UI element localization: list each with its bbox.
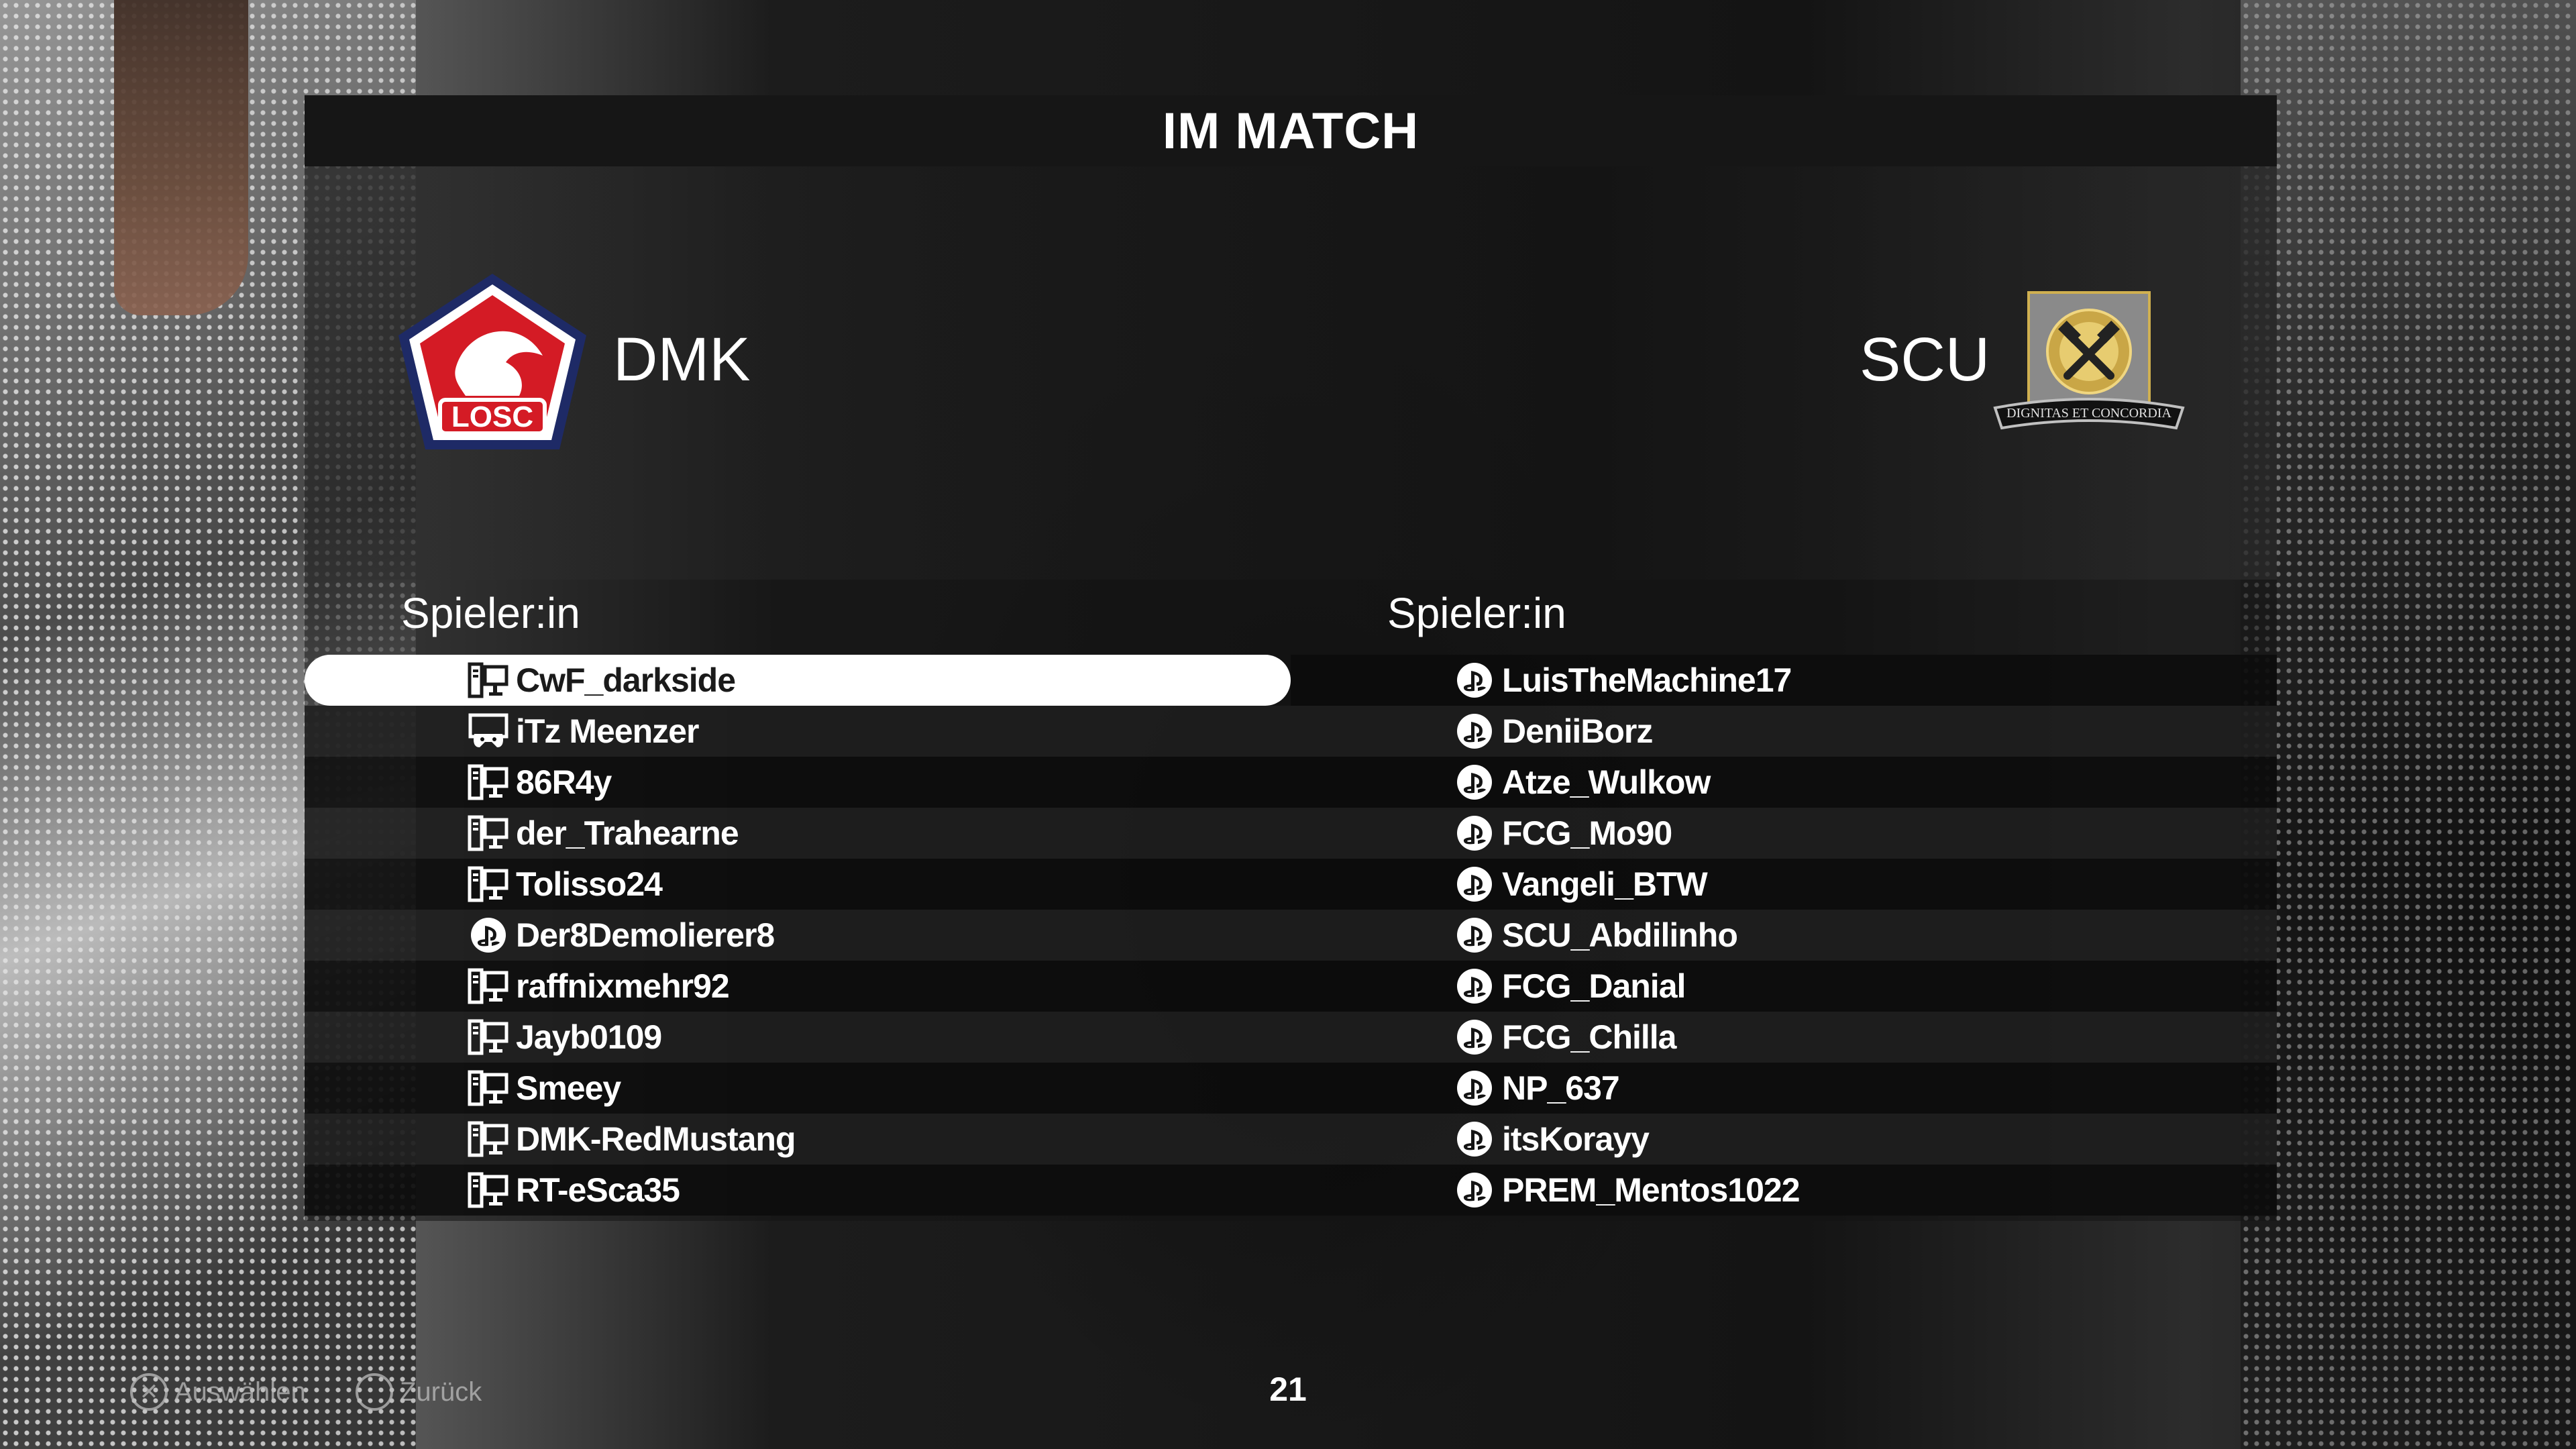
- player-name: FCG_Mo90: [1502, 814, 1672, 852]
- home-player-row[interactable]: CwF_darkside: [305, 655, 1291, 706]
- home-player-row[interactable]: DMK-RedMustang: [305, 1114, 1291, 1165]
- home-player-row[interactable]: Tolisso24: [305, 859, 1291, 910]
- home-player-row[interactable]: Smeey: [305, 1063, 1291, 1114]
- player-name: SCU_Abdilinho: [1502, 916, 1738, 954]
- pc-icon: [468, 967, 509, 1005]
- playstation-icon: [1454, 1069, 1495, 1107]
- player-name: Vangeli_BTW: [1502, 865, 1708, 903]
- back-hint-label: Zurück: [400, 1377, 482, 1407]
- player-name: Tolisso24: [516, 865, 663, 903]
- away-player-row[interactable]: itsKorayy: [1291, 1114, 2277, 1165]
- cross-button-icon: ✕: [130, 1373, 168, 1411]
- playstation-icon: [1454, 1120, 1495, 1158]
- away-player-row[interactable]: LuisTheMachine17: [1291, 655, 2277, 706]
- playstation-icon: [1454, 661, 1495, 699]
- away-player-row[interactable]: NP_637: [1291, 1063, 2277, 1114]
- pc-icon: [468, 1018, 509, 1056]
- pc-icon: [468, 1120, 509, 1158]
- away-player-row[interactable]: FCG_Chilla: [1291, 1012, 2277, 1063]
- playstation-icon: [1454, 763, 1495, 801]
- away-player-row[interactable]: FCG_Danial: [1291, 961, 2277, 1012]
- home-player-row[interactable]: Der8Demolierer8: [305, 910, 1291, 961]
- teams-header: LOSC DMK SCU DIGNITAS ET CONCORDIA: [305, 166, 2277, 580]
- losc-crest-icon: LOSC: [398, 274, 586, 449]
- circle-button-icon: [356, 1373, 393, 1411]
- pc-icon: [468, 1171, 509, 1209]
- svg-text:LOSC: LOSC: [451, 400, 533, 433]
- home-player-row[interactable]: iTz Meenzer: [305, 706, 1291, 757]
- home-player-row[interactable]: Jayb0109: [305, 1012, 1291, 1063]
- player-name: Der8Demolierer8: [516, 916, 775, 954]
- player-name: RT-eSca35: [516, 1171, 680, 1209]
- player-name: der_Trahearne: [516, 814, 739, 852]
- playstation-icon: [1454, 967, 1495, 1005]
- player-name: raffnixmehr92: [516, 967, 730, 1005]
- player-name: NP_637: [1502, 1069, 1620, 1107]
- playstation-icon: [1454, 1018, 1495, 1056]
- player-name: CwF_darkside: [516, 661, 736, 699]
- pc-icon: [468, 865, 509, 903]
- player-name: itsKorayy: [1502, 1120, 1650, 1158]
- player-name: DeniiBorz: [1502, 712, 1653, 750]
- away-player-row[interactable]: PREM_Mentos1022: [1291, 1165, 2277, 1216]
- hammer-crest-icon: DIGNITAS ET CONCORDIA: [1993, 291, 2185, 430]
- player-name: Atze_Wulkow: [1502, 763, 1711, 801]
- playstation-icon: [1454, 865, 1495, 903]
- away-player-row[interactable]: FCG_Mo90: [1291, 808, 2277, 859]
- screen-title: IM MATCH: [1162, 102, 1419, 160]
- player-name: FCG_Chilla: [1502, 1018, 1676, 1056]
- match-panel: IM MATCH LOSC DMK SCU DIGNITAS ET CONCOR…: [305, 95, 2277, 1221]
- page-number: 21: [1269, 1371, 1307, 1408]
- away-player-row[interactable]: SCU_Abdilinho: [1291, 910, 2277, 961]
- away-team-name: SCU: [1860, 325, 1990, 394]
- player-name: FCG_Danial: [1502, 967, 1686, 1005]
- home-player-row[interactable]: 86R4y: [305, 757, 1291, 808]
- background-pattern-right: [2241, 0, 2576, 1449]
- player-name: Jayb0109: [516, 1018, 662, 1056]
- player-name: LuisTheMachine17: [1502, 661, 1792, 699]
- pc-icon: [468, 661, 509, 699]
- away-player-row[interactable]: Vangeli_BTW: [1291, 859, 2277, 910]
- svg-text:DIGNITAS ET CONCORDIA: DIGNITAS ET CONCORDIA: [2006, 406, 2171, 421]
- player-name: 86R4y: [516, 763, 612, 801]
- away-player-row[interactable]: DeniiBorz: [1291, 706, 2277, 757]
- playstation-icon: [1454, 814, 1495, 852]
- playstation-icon: [1454, 1171, 1495, 1209]
- select-hint[interactable]: ✕ Auswählen: [130, 1368, 306, 1415]
- home-player-row[interactable]: raffnixmehr92: [305, 961, 1291, 1012]
- player-name: DMK-RedMustang: [516, 1120, 796, 1158]
- pc-controller-icon: [468, 712, 509, 750]
- away-column-header: Spieler:in: [1387, 589, 1566, 637]
- home-player-list: CwF_darkside iTz Meenzer 86R4y der_Trahearn…: [305, 655, 1291, 1216]
- away-player-list: LuisTheMachine17 DeniiBorz Atze_Wulkow FCG_…: [1291, 655, 2277, 1216]
- home-player-row[interactable]: der_Trahearne: [305, 808, 1291, 859]
- pc-icon: [468, 763, 509, 801]
- player-name: PREM_Mentos1022: [1502, 1171, 1800, 1209]
- pc-icon: [468, 1069, 509, 1107]
- playstation-icon: [1454, 916, 1495, 954]
- home-column-header: Spieler:in: [401, 589, 580, 637]
- back-hint[interactable]: Zurück: [356, 1368, 482, 1415]
- playstation-icon: [468, 916, 509, 954]
- background-hand: [114, 0, 248, 315]
- playstation-icon: [1454, 712, 1495, 750]
- pc-icon: [468, 814, 509, 852]
- title-bar: IM MATCH: [305, 95, 2277, 166]
- home-team-name: DMK: [613, 325, 751, 394]
- select-hint-label: Auswählen: [174, 1377, 306, 1407]
- player-name: iTz Meenzer: [516, 712, 699, 750]
- away-player-row[interactable]: Atze_Wulkow: [1291, 757, 2277, 808]
- player-name: Smeey: [516, 1069, 621, 1107]
- home-player-row[interactable]: RT-eSca35: [305, 1165, 1291, 1216]
